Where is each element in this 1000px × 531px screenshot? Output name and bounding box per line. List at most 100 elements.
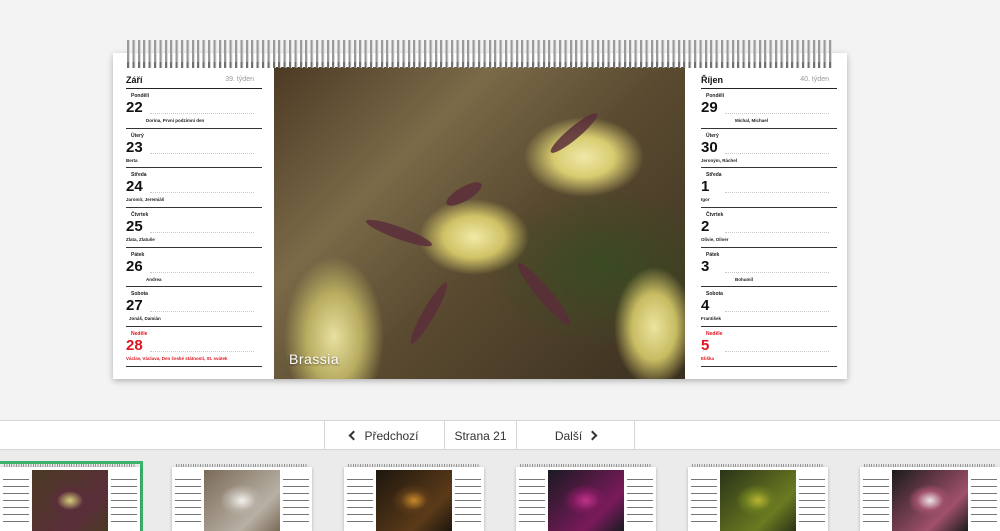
thumbnail-image xyxy=(548,470,624,531)
name-day: Olivie, Oliver xyxy=(701,237,729,243)
day-number: 28 xyxy=(126,337,143,355)
dotted-line xyxy=(725,192,829,194)
day-row-sunday: Neděle 28 Václav, Václava, Den české stá… xyxy=(126,327,262,367)
day-number: 4 xyxy=(701,297,710,315)
calendar-page: Září 39. týden Pondělí 22 Dorina, První … xyxy=(113,53,847,379)
thumbnail-strip xyxy=(0,450,1000,531)
day-row: Úterý 23 Berta xyxy=(126,129,262,169)
thumbnail-lines xyxy=(283,473,309,527)
calendar-viewer: Září 39. týden Pondělí 22 Dorina, První … xyxy=(0,0,1000,420)
name-day: Dorina, První podzimní den xyxy=(146,118,205,123)
weekday-label: Pátek xyxy=(131,251,145,258)
previous-button[interactable]: Předchozí xyxy=(325,421,445,450)
thumbnail-page xyxy=(344,467,484,531)
page-indicator: Strana 21 xyxy=(445,421,517,450)
day-row: Sobota 4 František xyxy=(701,287,837,328)
thumbnail-lines xyxy=(347,473,373,527)
thumbnail-lines xyxy=(691,473,717,527)
name-day: Jonáš, Damián xyxy=(129,316,161,322)
thumbnail-page xyxy=(860,467,1000,531)
thumbnail-lines xyxy=(863,473,889,527)
dotted-line xyxy=(725,232,829,234)
day-number: 1 xyxy=(701,178,710,196)
name-day: Eliška xyxy=(701,356,715,362)
thumbnail-page xyxy=(172,467,312,531)
left-week-column: Září 39. týden Pondělí 22 Dorina, První … xyxy=(126,75,262,367)
day-row: Středa 24 Jaromír, Jeremiáš xyxy=(126,168,262,209)
previous-label: Předchozí xyxy=(364,428,419,443)
thumbnail-page xyxy=(516,467,656,531)
thumbnail-lines xyxy=(3,473,29,527)
week-header: Září 39. týden xyxy=(126,75,262,89)
day-number: 23 xyxy=(126,138,143,156)
thumbnail-image xyxy=(720,470,796,531)
thumbnail-26[interactable] xyxy=(860,464,1000,531)
day-row: Úterý 30 Jeroným, Ráchel xyxy=(701,129,837,169)
thumbnail-lines xyxy=(799,473,825,527)
dotted-line xyxy=(150,113,254,114)
name-day: Michal, Michael xyxy=(735,118,769,123)
day-row: Středa 1 Igor xyxy=(701,168,837,209)
dotted-line xyxy=(150,311,254,313)
thumbnail-lines xyxy=(627,473,653,527)
next-button[interactable]: Další xyxy=(517,421,635,450)
name-day: Berta xyxy=(126,157,138,163)
day-row: Pátek 3 Bohumil xyxy=(701,248,837,288)
photo-detail xyxy=(364,215,434,251)
dotted-line xyxy=(725,152,829,154)
day-number: 27 xyxy=(126,297,143,315)
spiral-binding xyxy=(127,40,833,68)
photo-detail xyxy=(443,177,485,211)
day-row: Pátek 26 Andrea xyxy=(126,248,262,288)
weekday-label: Úterý xyxy=(706,132,719,139)
month-label: Září xyxy=(126,75,143,85)
day-number: 2 xyxy=(701,218,710,236)
thumbnail-24[interactable] xyxy=(516,464,656,531)
photo-caption: Brassia xyxy=(289,351,340,367)
dotted-line xyxy=(725,351,829,353)
month-label: Říjen xyxy=(701,75,724,85)
day-number: 22 xyxy=(126,99,143,116)
thumbnail-lines xyxy=(175,473,201,527)
week-header: Říjen 40. týden xyxy=(701,75,837,89)
dotted-line xyxy=(725,271,829,273)
thumbnail-image xyxy=(32,470,108,531)
photo-detail xyxy=(547,109,601,157)
name-day: Andrea xyxy=(146,276,162,282)
day-number: 24 xyxy=(126,178,143,196)
name-day: Jaromír, Jeremiáš xyxy=(126,197,165,203)
thumbnail-page xyxy=(688,467,828,531)
photo-detail xyxy=(512,258,576,330)
day-number: 29 xyxy=(701,99,718,116)
dotted-line xyxy=(150,152,254,154)
thumbnail-22[interactable] xyxy=(172,464,312,531)
week-number: 40. týden xyxy=(800,76,829,83)
day-row-sunday: Neděle 5 Eliška xyxy=(701,327,837,367)
orchid-photo: Brassia xyxy=(274,67,685,379)
week-number: 39. týden xyxy=(225,76,254,83)
thumbnail-lines xyxy=(455,473,481,527)
name-day: Václav, Václava, Den české státnosti, St… xyxy=(126,356,228,362)
dotted-line xyxy=(725,311,829,313)
dotted-line xyxy=(150,351,254,353)
day-number: 30 xyxy=(701,138,718,156)
thumbnail-image xyxy=(376,470,452,531)
dotted-line xyxy=(150,232,254,234)
day-row: Čtvrtek 25 Zlata, Zlatuše xyxy=(126,208,262,248)
thumbnail-21[interactable] xyxy=(0,461,143,531)
photo-detail xyxy=(406,279,452,347)
thumbnail-image xyxy=(892,470,968,531)
name-day: Jeroným, Ráchel xyxy=(701,157,738,163)
pager-bar: Předchozí Strana 21 Další xyxy=(0,420,1000,450)
thumbnail-23[interactable] xyxy=(344,464,484,531)
right-week-column: Říjen 40. týden Pondělí 29 Michal, Micha… xyxy=(701,75,837,367)
day-number: 25 xyxy=(126,218,143,236)
day-number: 5 xyxy=(701,337,710,355)
thumbnail-25[interactable] xyxy=(688,464,828,531)
dotted-line xyxy=(725,113,829,114)
next-label: Další xyxy=(554,428,583,443)
pager: Předchozí Strana 21 Další xyxy=(324,421,635,450)
chevron-right-icon xyxy=(587,430,598,441)
day-row: Pondělí 22 Dorina, První podzimní den xyxy=(126,89,262,129)
day-number: 3 xyxy=(701,257,710,275)
